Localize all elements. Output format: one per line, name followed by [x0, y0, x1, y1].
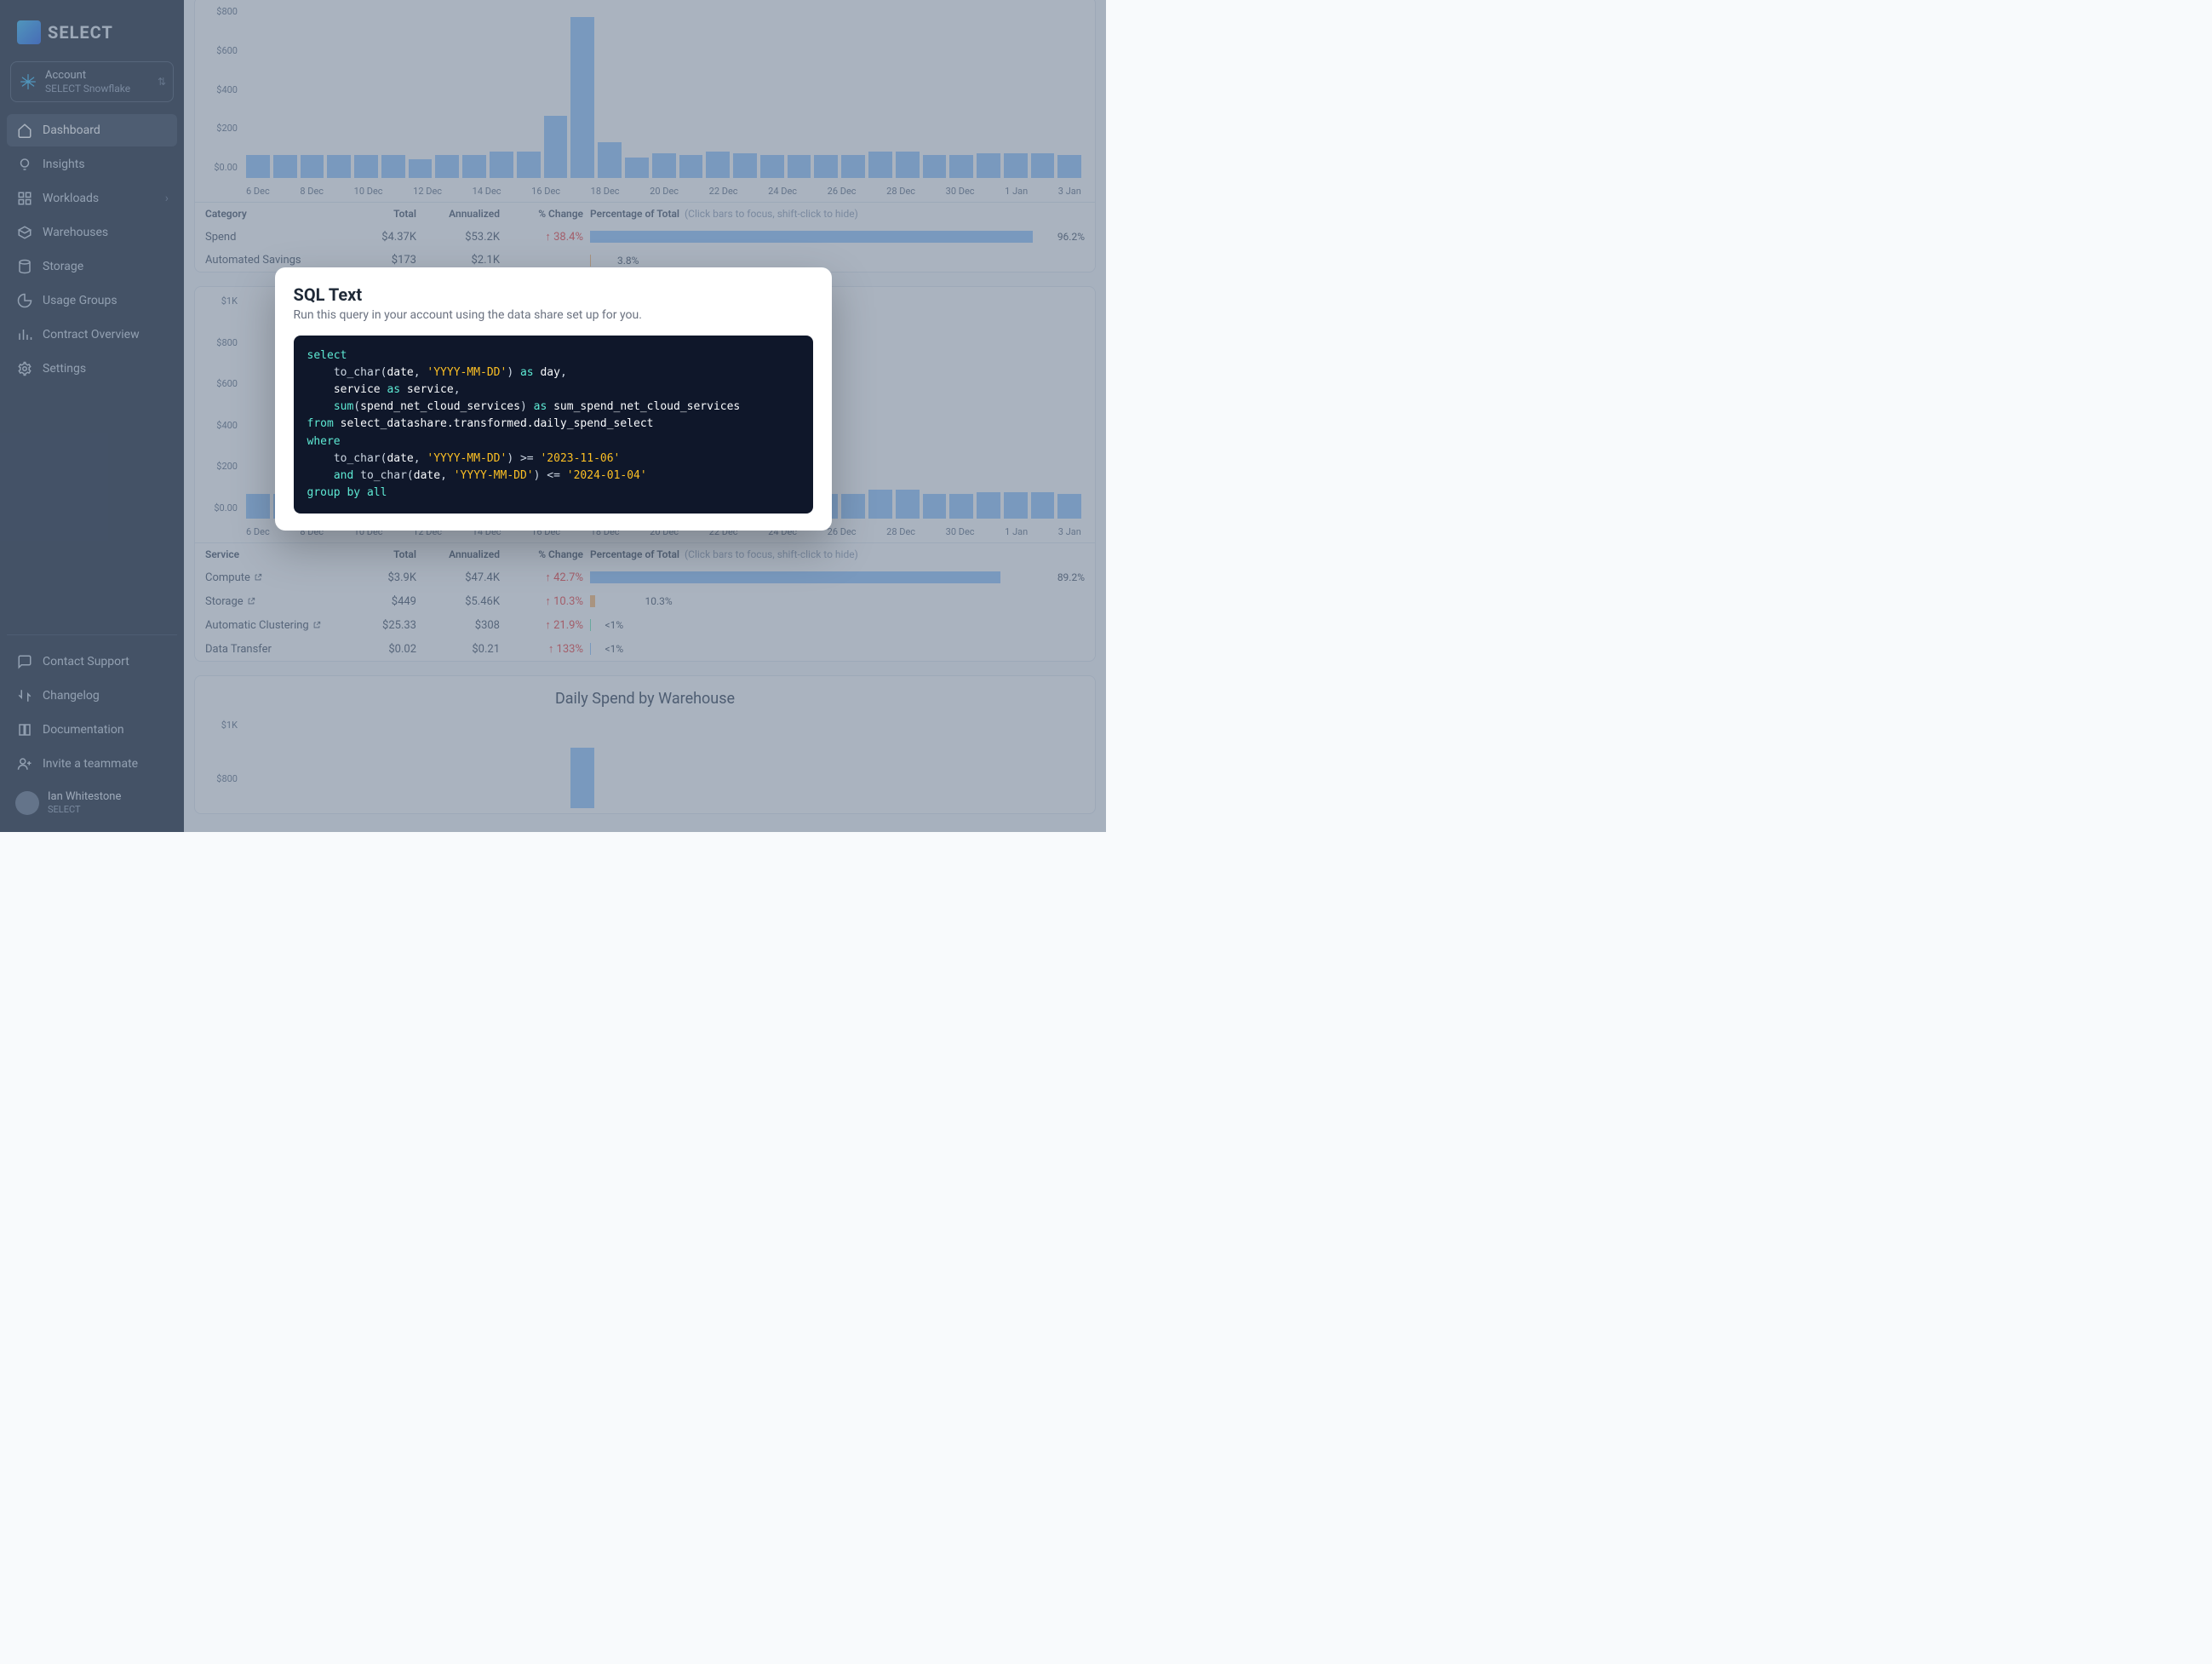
sql-code-block[interactable]: select to_char(date, 'YYYY-MM-DD') as da…	[294, 336, 813, 514]
modal-title: SQL Text	[294, 284, 813, 305]
modal-subtitle: Run this query in your account using the…	[294, 308, 813, 322]
modal-overlay[interactable]: SQL Text Run this query in your account …	[0, 0, 1106, 832]
sql-modal: SQL Text Run this query in your account …	[275, 267, 832, 531]
